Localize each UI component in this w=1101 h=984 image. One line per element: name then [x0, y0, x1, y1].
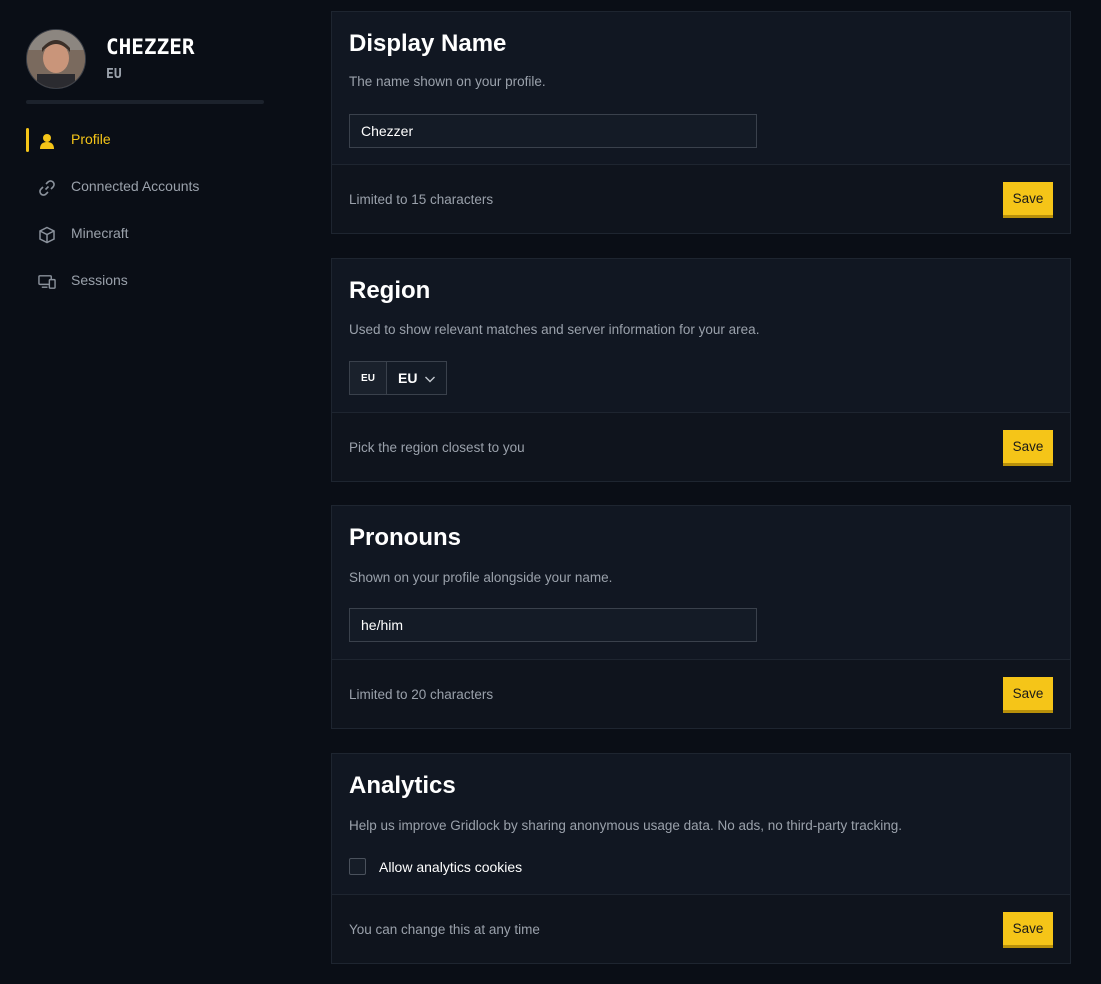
active-indicator [26, 128, 29, 152]
region-selected-label: EU [398, 370, 418, 386]
card-footer: Limited to 20 characters Save [332, 659, 1070, 728]
pronouns-input[interactable] [349, 608, 757, 642]
sidebar-item-label: Connected Accounts [71, 178, 200, 194]
link-icon [38, 179, 56, 197]
display-name-card: Display Name The name shown on your prof… [331, 11, 1071, 234]
analytics-checkbox[interactable] [349, 858, 366, 875]
avatar[interactable] [26, 29, 86, 89]
sidebar-item-minecraft[interactable]: Minecraft [26, 212, 286, 259]
sidebar-nav: Profile Connected Accounts Minecraft Ses… [26, 118, 286, 306]
save-button[interactable]: Save [1003, 912, 1053, 945]
sidebar-item-connected-accounts[interactable]: Connected Accounts [26, 165, 286, 212]
user-header: CHEZZER EU [26, 29, 266, 89]
analytics-card: Analytics Help us improve Gridlock by sh… [331, 753, 1071, 964]
checkbox-label[interactable]: Allow analytics cookies [379, 859, 522, 875]
sidebar-item-label: Profile [71, 131, 111, 147]
card-footer: Pick the region closest to you Save [332, 412, 1070, 481]
card-footer: Limited to 15 characters Save [332, 164, 1070, 233]
divider [26, 100, 264, 104]
card-title: Region [349, 277, 431, 304]
card-description: Used to show relevant matches and server… [349, 322, 760, 337]
footer-hint: You can change this at any time [349, 922, 540, 937]
devices-icon [38, 273, 56, 291]
chevron-down-icon [424, 372, 436, 388]
save-button[interactable]: Save [1003, 430, 1053, 463]
card-title: Pronouns [349, 524, 461, 551]
region-card: Region Used to show relevant matches and… [331, 258, 1071, 482]
sidebar-item-sessions[interactable]: Sessions [26, 259, 286, 306]
region-flag: EU [350, 362, 387, 394]
cube-icon [38, 226, 56, 244]
card-title: Display Name [349, 30, 507, 57]
card-description: Shown on your profile alongside your nam… [349, 570, 613, 585]
save-button[interactable]: Save [1003, 182, 1053, 215]
sidebar: CHEZZER EU Profile Connected Accounts Mi… [0, 0, 300, 984]
card-description: Help us improve Gridlock by sharing anon… [349, 818, 903, 833]
user-icon [38, 132, 56, 150]
save-button[interactable]: Save [1003, 677, 1053, 710]
footer-hint: Limited to 15 characters [349, 192, 494, 207]
footer-hint: Pick the region closest to you [349, 440, 525, 455]
user-region: EU [106, 67, 122, 82]
username: CHEZZER [106, 35, 195, 59]
display-name-input[interactable] [349, 114, 757, 148]
pronouns-card: Pronouns Shown on your profile alongside… [331, 505, 1071, 729]
region-select[interactable]: EU EU [349, 361, 447, 395]
region-select-value: EU [387, 362, 446, 394]
sidebar-item-label: Minecraft [71, 225, 129, 241]
footer-hint: Limited to 20 characters [349, 687, 494, 702]
card-footer: You can change this at any time Save [332, 894, 1070, 963]
card-description: The name shown on your profile. [349, 74, 546, 89]
sidebar-item-profile[interactable]: Profile [26, 118, 286, 165]
sidebar-item-label: Sessions [71, 272, 128, 288]
card-title: Analytics [349, 772, 456, 799]
